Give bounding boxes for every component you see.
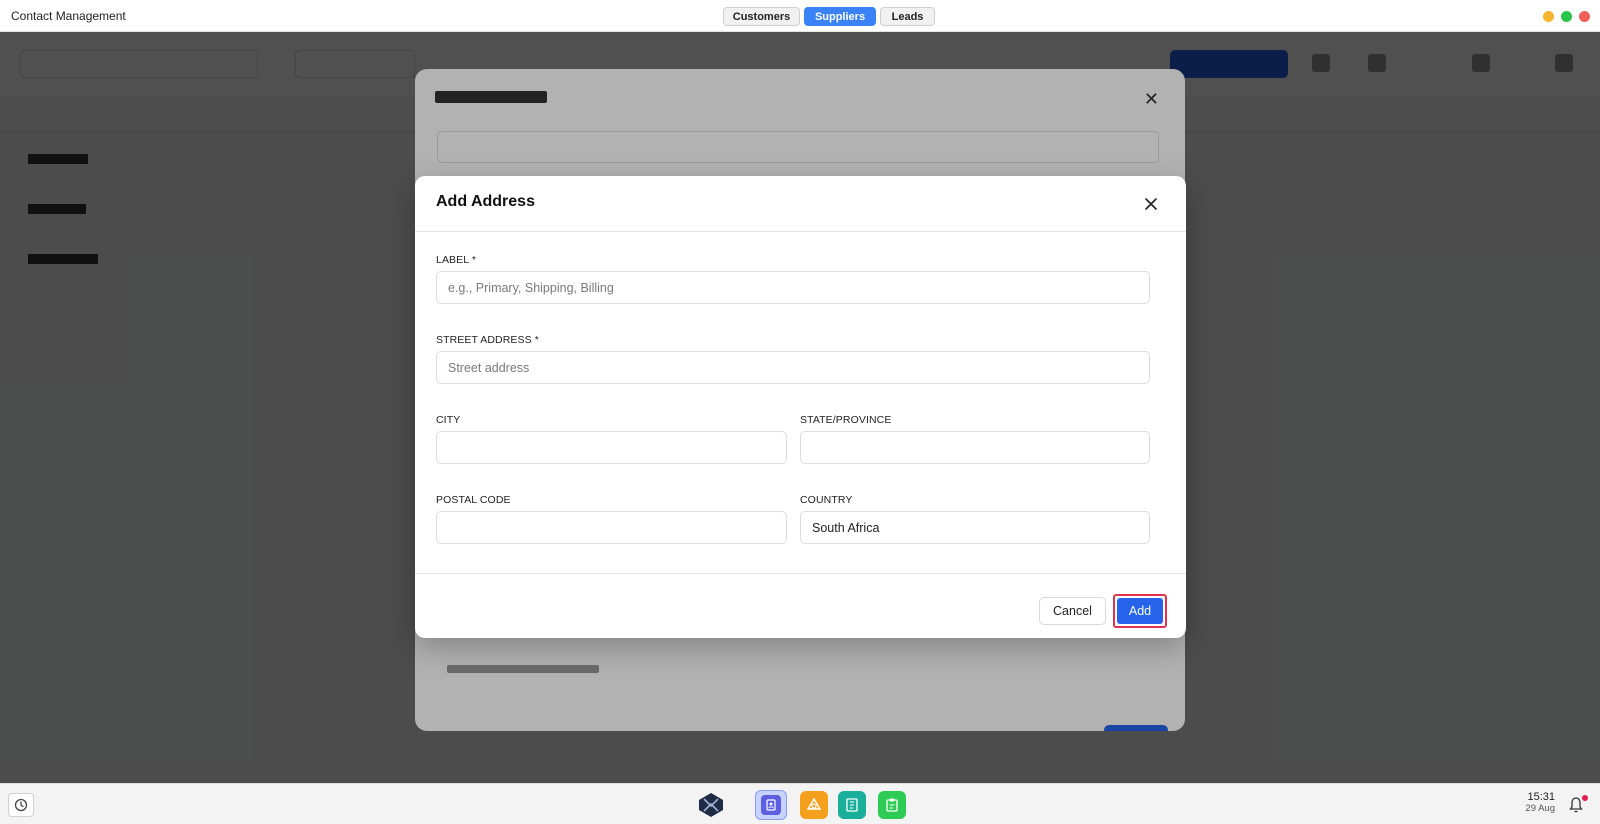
maximize-button[interactable]: [1561, 11, 1572, 22]
street-address-input[interactable]: [436, 351, 1150, 384]
tab-customers[interactable]: Customers: [723, 7, 800, 26]
title-bar: Contact Management Customers Suppliers L…: [0, 0, 1600, 32]
label-field-label: LABEL *: [436, 254, 477, 266]
city-label: CITY: [436, 414, 461, 426]
contacts-icon[interactable]: [755, 790, 787, 820]
state-province-label: STATE/PROVINCE: [800, 414, 892, 426]
taskbar: 15:31 29 Aug: [0, 783, 1600, 824]
city-input[interactable]: [436, 431, 787, 464]
notes-icon[interactable]: [878, 791, 906, 819]
window-title: Contact Management: [11, 9, 126, 23]
clock-time: 15:31: [1527, 791, 1555, 803]
tab-leads[interactable]: Leads: [880, 7, 935, 26]
sheet-icon[interactable]: [838, 791, 866, 819]
modal-title: Add Address: [436, 193, 535, 210]
label-input[interactable]: [436, 271, 1150, 304]
street-address-label: STREET ADDRESS *: [436, 334, 539, 346]
add-button[interactable]: Add: [1117, 598, 1163, 624]
contacts-icon-glyph: [761, 795, 781, 815]
postal-code-label: POSTAL CODE: [436, 494, 511, 506]
cancel-button[interactable]: Cancel: [1039, 597, 1106, 625]
close-icon[interactable]: [1141, 194, 1161, 214]
add-button-highlight: Add: [1113, 594, 1167, 628]
tab-bar: Customers Suppliers Leads: [723, 7, 935, 26]
modal-footer-divider: [415, 573, 1186, 574]
postal-code-input[interactable]: [436, 511, 787, 544]
tab-suppliers[interactable]: Suppliers: [804, 7, 876, 26]
modal-header: Add Address: [415, 176, 1186, 232]
country-input[interactable]: [800, 511, 1150, 544]
layers-icon[interactable]: [800, 791, 828, 819]
window-controls: [1543, 11, 1590, 22]
clock: 15:31 29 Aug: [1520, 791, 1555, 814]
notification-badge: [1582, 795, 1588, 801]
clock-date: 29 Aug: [1525, 803, 1555, 814]
add-address-modal: Add Address LABEL * STREET ADDRESS * CIT…: [415, 176, 1186, 638]
launcher-icon[interactable]: [697, 791, 725, 819]
close-window-button[interactable]: [1579, 11, 1590, 22]
country-label: COUNTRY: [800, 494, 853, 506]
main-area: ✕ Add Address LABEL * STREET ADDRESS * C…: [0, 32, 1600, 783]
history-icon[interactable]: [8, 793, 34, 817]
state-province-input[interactable]: [800, 431, 1150, 464]
minimize-button[interactable]: [1543, 11, 1554, 22]
